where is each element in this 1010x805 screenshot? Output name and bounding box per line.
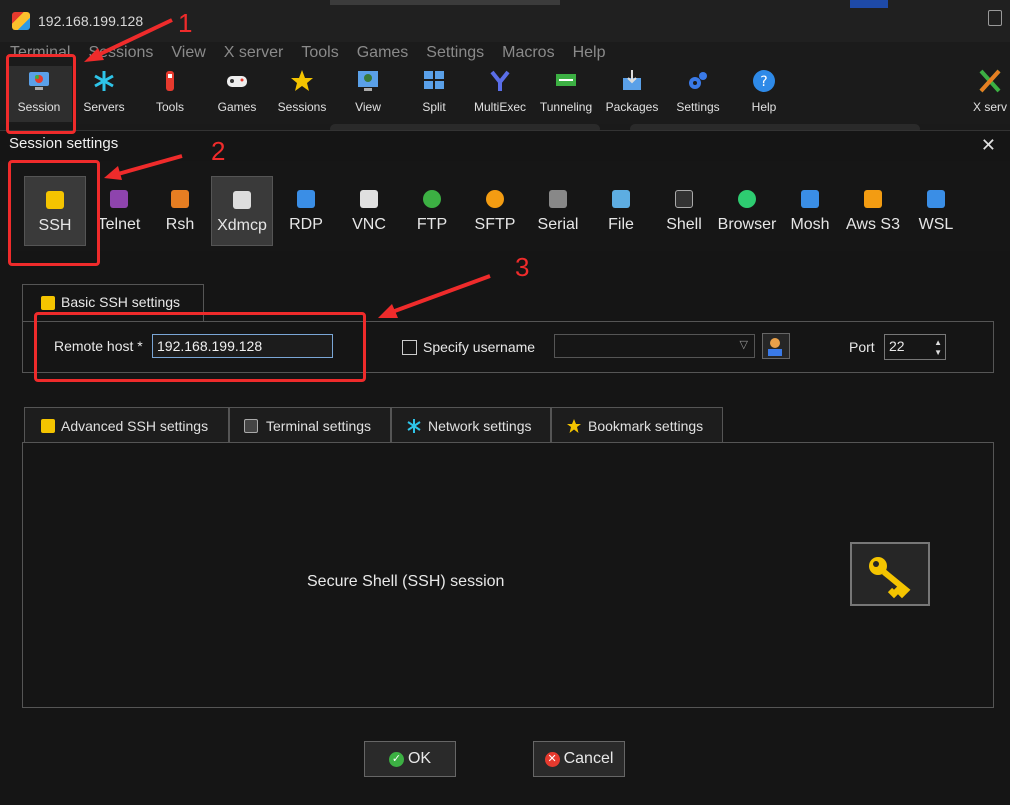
annotation-arrows <box>84 18 491 318</box>
